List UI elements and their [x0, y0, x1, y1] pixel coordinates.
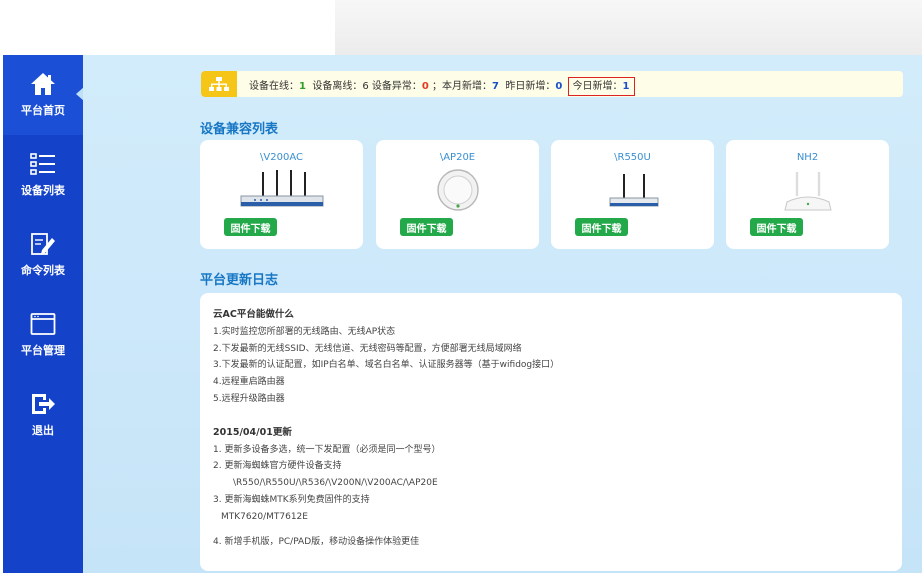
- home-icon: [31, 73, 55, 95]
- log-line: 4. 新增手机版，PC/PAD版，移动设备操作体验更佳: [213, 536, 420, 547]
- firmware-download-button[interactable]: 固件下载: [224, 218, 277, 236]
- sidebar-item-logout[interactable]: 退出: [3, 375, 83, 455]
- main-content: 设备在线：1 设备离线：6 设备异常：0 ；本月新增：7 昨日新增：0 今日新增…: [83, 55, 922, 573]
- banner-fade: [335, 0, 922, 55]
- log-line: 2.下发最新的无线SSID、无线信道、无线密码等配置，方便部署无线局域网络: [213, 343, 522, 354]
- firmware-download-button[interactable]: 固件下载: [575, 218, 628, 236]
- sidebar-item-label: 平台管理: [21, 344, 65, 357]
- separator: ；: [432, 80, 443, 92]
- sidebar-item-label: 设备列表: [21, 184, 65, 197]
- sidebar-item-label: 平台首页: [21, 104, 65, 117]
- month-label: 本月新增：: [442, 80, 493, 92]
- device-card: \V200AC 固件下载: [200, 140, 363, 249]
- firmware-download-button[interactable]: 固件下载: [400, 218, 453, 236]
- update-log-title: 平台更新日志: [200, 273, 279, 288]
- status-text: 设备在线：1 设备离线：6 设备异常：0 ；本月新增：7 昨日新增：0 今日新增…: [249, 76, 635, 96]
- router-image: [609, 174, 659, 207]
- offline-label: 设备离线：6: [312, 80, 369, 92]
- sidebar-item-platform[interactable]: 平台管理: [3, 295, 83, 375]
- logout-icon: [32, 394, 55, 414]
- month-count: 7: [492, 80, 500, 92]
- devices-section-title: 设备兼容列表: [200, 122, 279, 137]
- sidebar: 平台首页 设备列表 命令列表 平台管理 退出: [3, 55, 84, 573]
- device-card: NH2 固件下载: [726, 140, 889, 249]
- yesterday-label: 昨日新增：: [505, 80, 556, 92]
- log-line: \R550/\R550U/\R536/\V200N/\V200AC/\AP20E: [233, 478, 438, 489]
- online-label: 设备在线：: [249, 80, 299, 92]
- today-label: 今日新增：: [572, 80, 623, 92]
- log-line: 2. 更新海蜘蛛官方硬件设备支持: [213, 461, 342, 472]
- ceiling-ap-image: [437, 169, 479, 211]
- log-line: MTK7620/MT7612E: [221, 511, 308, 522]
- today-count: 1: [622, 80, 630, 92]
- abnormal-count: 0: [421, 80, 429, 92]
- abnormal-label: 设备异常：: [371, 80, 422, 92]
- yesterday-count: 0: [555, 80, 563, 92]
- log-spacer: [213, 408, 889, 425]
- device-model: \V200AC: [260, 152, 303, 163]
- sidebar-item-label: 命令列表: [21, 264, 65, 277]
- top-banner: [0, 0, 922, 55]
- sidebar-item-home[interactable]: 平台首页: [3, 55, 84, 135]
- device-model: NH2: [796, 152, 819, 163]
- log-line: 3.下发最新的认证配置，如IP白名单、域名白名单、认证服务器等（基于wifido…: [213, 360, 560, 371]
- today-highlight: 今日新增：1: [567, 76, 635, 96]
- edit-icon: [31, 233, 55, 255]
- list-icon: [30, 153, 55, 175]
- firmware-download-button[interactable]: 固件下载: [750, 218, 803, 236]
- online-count: 1: [299, 80, 306, 92]
- router-image: [240, 170, 324, 207]
- log-update-title: 2015/04/01更新: [213, 426, 292, 438]
- log-line: 1.实时监控您所部署的无线路由、无线AP状态: [213, 326, 396, 337]
- log-line: 5.远程升级路由器: [213, 393, 285, 404]
- sidebar-item-label: 退出: [32, 424, 54, 437]
- device-model: \R550U: [614, 152, 651, 163]
- network-icon-box: [201, 71, 237, 97]
- log-spacer: [213, 526, 889, 534]
- device-model: \AP20E: [439, 152, 476, 163]
- device-card: \R550U 固件下载: [551, 140, 714, 249]
- sidebar-item-devices[interactable]: 设备列表: [3, 135, 83, 215]
- log-line: 3. 更新海蜘蛛MTK系列免费固件的支持: [213, 494, 370, 505]
- window-icon: [30, 313, 56, 335]
- device-card: \AP20E 固件下载: [376, 140, 539, 249]
- sidebar-item-commands[interactable]: 命令列表: [3, 215, 83, 295]
- network-icon: [209, 77, 229, 91]
- log-intro-title: 云AC平台能做什么: [213, 309, 294, 320]
- update-log-panel: 云AC平台能做什么 1.实时监控您所部署的无线路由、无线AP状态 2.下发最新的…: [200, 293, 902, 571]
- device-status-bar: 设备在线：1 设备离线：6 设备异常：0 ；本月新增：7 昨日新增：0 今日新增…: [201, 71, 903, 97]
- log-line: 1. 更新多设备多选，统一下发配置（必须是同一个型号）: [213, 444, 441, 455]
- log-line: 4.远程重启路由器: [213, 377, 285, 388]
- router-image: [784, 172, 832, 211]
